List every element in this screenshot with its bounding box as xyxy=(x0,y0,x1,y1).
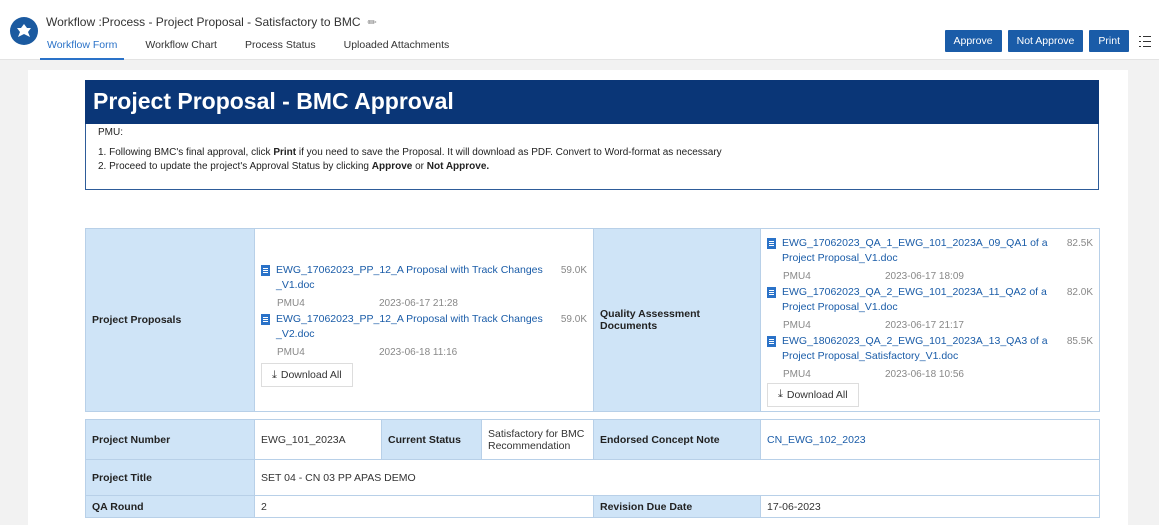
details-table: Project Number EWG_101_2023A Current Sta… xyxy=(85,419,1100,518)
qa-documents-files: EWG_17062023_QA_1_EWG_101_2023A_09_QA1 o… xyxy=(760,228,1100,412)
tab-process-status[interactable]: Process Status xyxy=(238,36,323,60)
doc-file-icon xyxy=(261,265,270,276)
file-link[interactable]: EWG_17062023_QA_2_EWG_101_2023A_11_QA2 o… xyxy=(767,285,1093,315)
revision-due-date-value: 17-06-2023 xyxy=(760,495,1100,518)
action-buttons: Approve Not Approve Print xyxy=(939,30,1151,52)
file-link[interactable]: EWG_17062023_PP_12_A Proposal with Track… xyxy=(261,312,587,342)
tab-workflow-chart[interactable]: Workflow Chart xyxy=(138,36,224,60)
instruction-2: 2. Proceed to update the project's Appro… xyxy=(98,161,490,172)
download-icon: ⤓ xyxy=(778,388,783,400)
download-icon: ⤓ xyxy=(272,368,277,381)
attachments-table: Project Proposals EWG_17062023_PP_12_A P… xyxy=(85,228,1100,412)
file-meta: PMU4 2023-06-17 21:28 xyxy=(277,298,458,309)
qa-round-label: QA Round xyxy=(85,495,255,518)
project-title-value: SET 04 - CN 03 PP APAS DEMO xyxy=(254,459,1100,496)
download-all-button[interactable]: ⤓ Download All xyxy=(261,363,353,387)
current-status-label: Current Status xyxy=(381,419,482,460)
file-link[interactable]: EWG_17062023_PP_12_A Proposal with Track… xyxy=(261,263,587,293)
current-status-value: Satisfactory for BMC Recommendation xyxy=(481,419,594,460)
endorsed-concept-note-link[interactable]: CN_EWG_102_2023 xyxy=(760,419,1100,460)
form-banner: Project Proposal - BMC Approval xyxy=(85,80,1099,124)
instructions-box: PMU: 1. Following BMC's final approval, … xyxy=(85,124,1099,190)
download-all-button[interactable]: ⤓ Download All xyxy=(767,382,859,407)
doc-file-icon xyxy=(261,314,270,325)
file-meta: PMU4 2023-06-18 11:16 xyxy=(277,347,458,358)
title-text: Workflow :Process - Project Proposal - S… xyxy=(46,15,361,29)
doc-file-icon xyxy=(767,335,776,347)
notes-heading: PMU: xyxy=(98,127,123,138)
project-title-label: Project Title xyxy=(85,459,255,496)
instruction-1: 1. Following BMC's final approval, click… xyxy=(98,147,722,158)
doc-file-icon xyxy=(767,286,776,298)
project-number-value: EWG_101_2023A xyxy=(254,419,382,460)
list-menu-icon[interactable] xyxy=(1139,35,1151,47)
file-link[interactable]: EWG_17062023_QA_1_EWG_101_2023A_09_QA1 o… xyxy=(767,236,1093,266)
print-button[interactable]: Print xyxy=(1089,30,1129,52)
qa-documents-label: Quality Assessment Documents xyxy=(593,228,761,412)
file-meta: PMU4 2023-06-17 18:09 xyxy=(783,270,964,282)
page-title: Workflow :Process - Project Proposal - S… xyxy=(46,15,377,29)
approve-button[interactable]: Approve xyxy=(944,30,1002,52)
app-logo-icon xyxy=(10,17,38,45)
project-proposals-files: EWG_17062023_PP_12_A Proposal with Track… xyxy=(254,228,594,412)
doc-file-icon xyxy=(767,237,776,249)
endorsed-concept-note-label: Endorsed Concept Note xyxy=(593,419,761,460)
revision-due-date-label: Revision Due Date xyxy=(593,495,761,518)
top-bar: Workflow :Process - Project Proposal - S… xyxy=(0,0,1159,60)
tab-bar: Workflow Form Workflow Chart Process Sta… xyxy=(40,36,470,60)
tab-uploaded-attachments[interactable]: Uploaded Attachments xyxy=(337,36,457,60)
file-meta: PMU4 2023-06-17 21:17 xyxy=(783,319,964,331)
workflow-form: Project Proposal - BMC Approval PMU: 1. … xyxy=(28,70,1128,525)
not-approve-button[interactable]: Not Approve xyxy=(1007,30,1084,52)
project-proposals-label: Project Proposals xyxy=(85,228,255,412)
edit-icon[interactable]: ✏ xyxy=(368,17,377,29)
tab-workflow-form[interactable]: Workflow Form xyxy=(40,36,125,60)
project-number-label: Project Number xyxy=(85,419,255,460)
file-link[interactable]: EWG_18062023_QA_2_EWG_101_2023A_13_QA3 o… xyxy=(767,334,1093,364)
qa-round-value: 2 xyxy=(254,495,594,518)
file-meta: PMU4 2023-06-18 10:56 xyxy=(783,368,964,380)
